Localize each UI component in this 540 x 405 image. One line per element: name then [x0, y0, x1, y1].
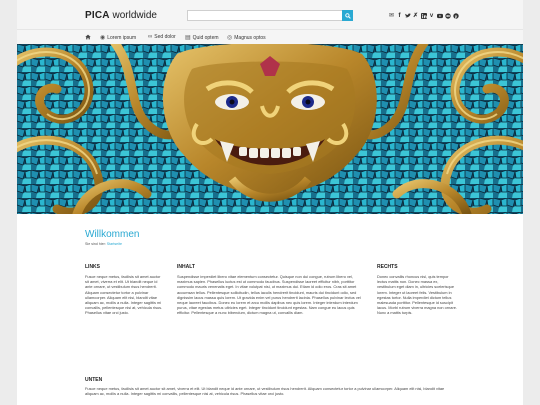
breadcrumb: Sie sind hier: Startseite: [85, 242, 122, 246]
search-input[interactable]: [187, 10, 353, 21]
home-link[interactable]: [85, 34, 91, 40]
nav-item-label: Lorem ipsum: [107, 34, 137, 41]
links-text: Fusce neque metus, facilisis sit amet au…: [85, 274, 163, 316]
logo-bold: PICA: [85, 10, 110, 21]
nav-item-magnus-optos[interactable]: ◎ Magnus optos: [227, 34, 266, 42]
home-icon: [85, 34, 91, 40]
nav-item-label: Quid optem: [192, 34, 219, 41]
nav-item-sed-dolor[interactable]: ∞ Sed dolor: [148, 34, 176, 40]
inhalt-text: Suspendisse imperdiet libero vitae eleme…: [177, 274, 361, 316]
mail-icon[interactable]: ✉: [388, 12, 395, 19]
glasses-icon: ∞: [148, 34, 153, 40]
links-heading: LINKS: [85, 264, 100, 270]
hero-image: [17, 44, 523, 214]
pinterest-icon[interactable]: p: [452, 12, 459, 19]
unten-heading: UNTEN: [85, 377, 103, 383]
main-content: Willkommen Sie sind hier: Startseite LIN…: [17, 214, 523, 405]
flickr-icon[interactable]: [444, 12, 451, 19]
social-links: ✉ f ✗ v p: [388, 12, 459, 19]
linkedin-icon[interactable]: [420, 12, 427, 19]
nav-item-quid-optem[interactable]: ▤ Quid optem: [185, 34, 219, 42]
clipboard-icon: ▤: [185, 35, 191, 41]
nav-item-lorem-ipsum[interactable]: ◉ Lorem ipsum: [100, 34, 137, 42]
facebook-icon[interactable]: f: [396, 12, 403, 19]
page-title: Willkommen: [85, 229, 140, 240]
inhalt-heading: INHALT: [177, 264, 195, 270]
twitter-icon[interactable]: [404, 12, 411, 19]
vimeo-icon[interactable]: v: [428, 12, 435, 19]
search-icon: [344, 12, 351, 19]
site-header: PICA worldwide ✉ f ✗ v p: [17, 0, 523, 29]
breadcrumb-prefix: Sie sind hier:: [85, 242, 106, 246]
page: PICA worldwide ✉ f ✗ v p ◉ Lorem ipsum ∞…: [17, 0, 523, 405]
globe-icon: ◉: [100, 35, 106, 41]
nav-item-label: Magnus optos: [234, 34, 266, 41]
golden-mask-image: [17, 44, 523, 214]
search-button[interactable]: [342, 10, 353, 21]
main-navigation: ◉ Lorem ipsum ∞ Sed dolor ▤ Quid optem ◎…: [17, 29, 523, 44]
breadcrumb-home-link[interactable]: Startseite: [107, 242, 122, 246]
youtube-icon[interactable]: [436, 12, 443, 19]
rechts-heading: RECHTS: [377, 264, 398, 270]
unten-text: Fusce neque metus, facilisis sit amet au…: [85, 386, 445, 397]
nav-item-label: Sed dolor: [154, 34, 176, 40]
xing-icon[interactable]: ✗: [412, 12, 419, 19]
logo-light: worldwide: [109, 10, 157, 21]
rechts-text: Donec convallis rhoncus nisl, quis tempo…: [377, 274, 457, 316]
eye-icon: ◎: [227, 35, 233, 41]
site-logo[interactable]: PICA worldwide: [85, 10, 157, 21]
